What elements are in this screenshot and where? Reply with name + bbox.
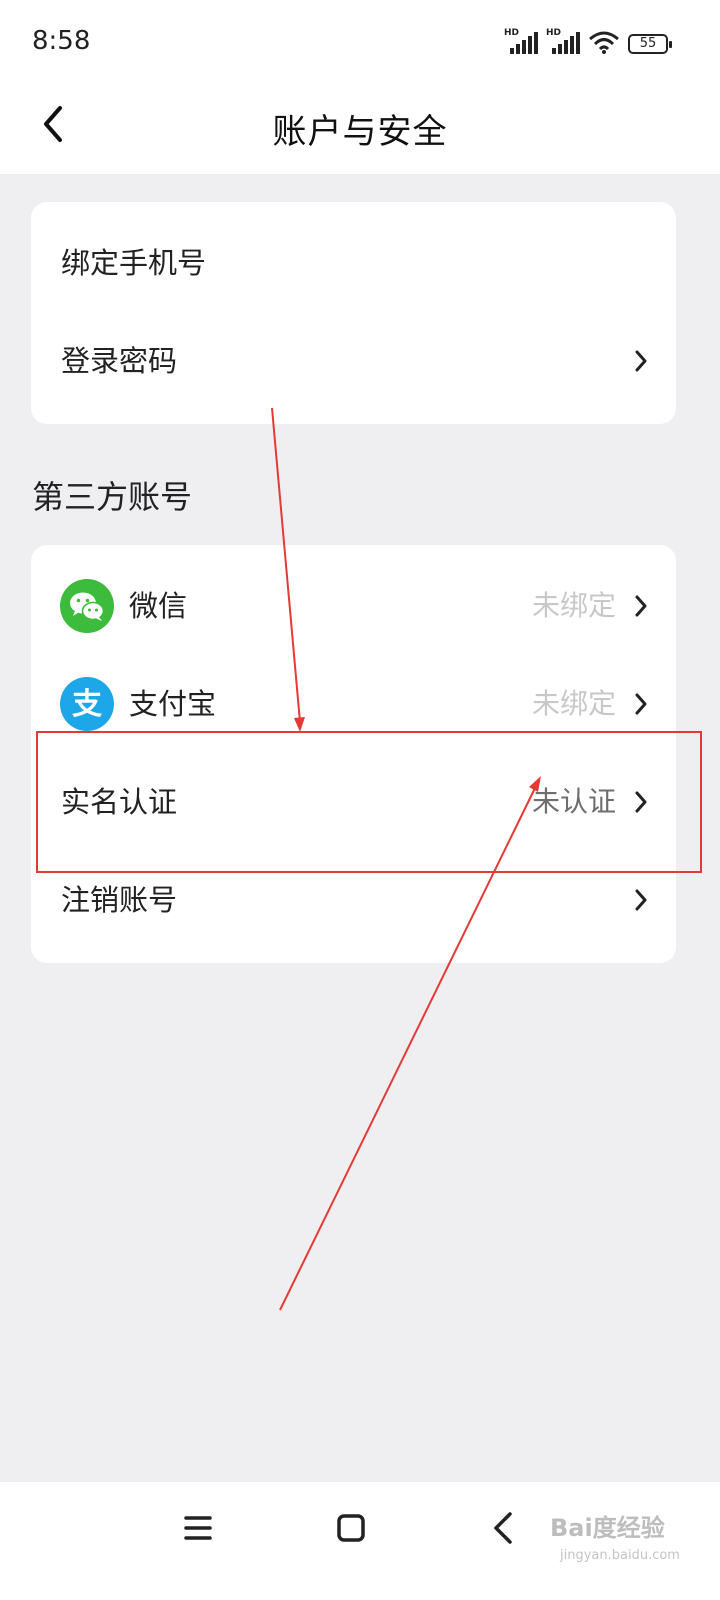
status-time: 8:58: [32, 26, 91, 56]
alipay-status: 未绑定: [531, 687, 616, 720]
third-party-card: 微信 未绑定 支 支付宝 未绑定 实名认证 未认证 注销账号: [31, 545, 676, 963]
back-chevron-icon[interactable]: [484, 1508, 524, 1548]
chevron-right-icon: [635, 889, 647, 911]
chevron-right-icon: [635, 595, 647, 617]
menu-icon[interactable]: [178, 1508, 218, 1548]
home-square-icon[interactable]: [331, 1508, 371, 1548]
real-name-auth-row[interactable]: 实名认证 未认证: [31, 753, 676, 851]
account-card: 绑定手机号 登录密码: [31, 202, 676, 424]
alipay-icon: 支: [60, 677, 114, 731]
real-name-auth-status: 未认证: [531, 785, 616, 818]
battery-icon: 55: [628, 34, 672, 54]
row-label: 微信: [129, 589, 188, 623]
chevron-right-icon: [635, 350, 647, 372]
login-password-row[interactable]: 登录密码: [31, 312, 676, 410]
app-header: 账户与安全: [0, 82, 720, 174]
row-label: 注销账号: [61, 883, 178, 917]
row-label: 登录密码: [61, 344, 178, 378]
status-icons: HD HD 55: [504, 28, 672, 54]
signal-icon: HD: [546, 28, 580, 54]
system-nav-bar: [0, 1482, 720, 1600]
row-label: 绑定手机号: [61, 246, 207, 280]
cancel-account-row[interactable]: 注销账号: [31, 851, 676, 949]
alipay-icon-text: 支: [72, 687, 102, 722]
bind-phone-row[interactable]: 绑定手机号: [31, 214, 676, 312]
signal-icon: HD: [504, 28, 538, 54]
wechat-status: 未绑定: [531, 589, 616, 622]
chevron-right-icon: [635, 791, 647, 813]
status-bar: 8:58 HD HD 55: [0, 0, 720, 82]
alipay-row[interactable]: 支 支付宝 未绑定: [31, 655, 676, 753]
wechat-icon: [60, 579, 114, 633]
page-title: 账户与安全: [272, 112, 448, 152]
wifi-icon: [589, 31, 619, 54]
row-label: 实名认证: [61, 785, 178, 819]
wechat-row[interactable]: 微信 未绑定: [31, 557, 676, 655]
row-label: 支付宝: [129, 687, 217, 721]
section-title: 第三方账号: [32, 478, 193, 516]
chevron-right-icon: [635, 693, 647, 715]
